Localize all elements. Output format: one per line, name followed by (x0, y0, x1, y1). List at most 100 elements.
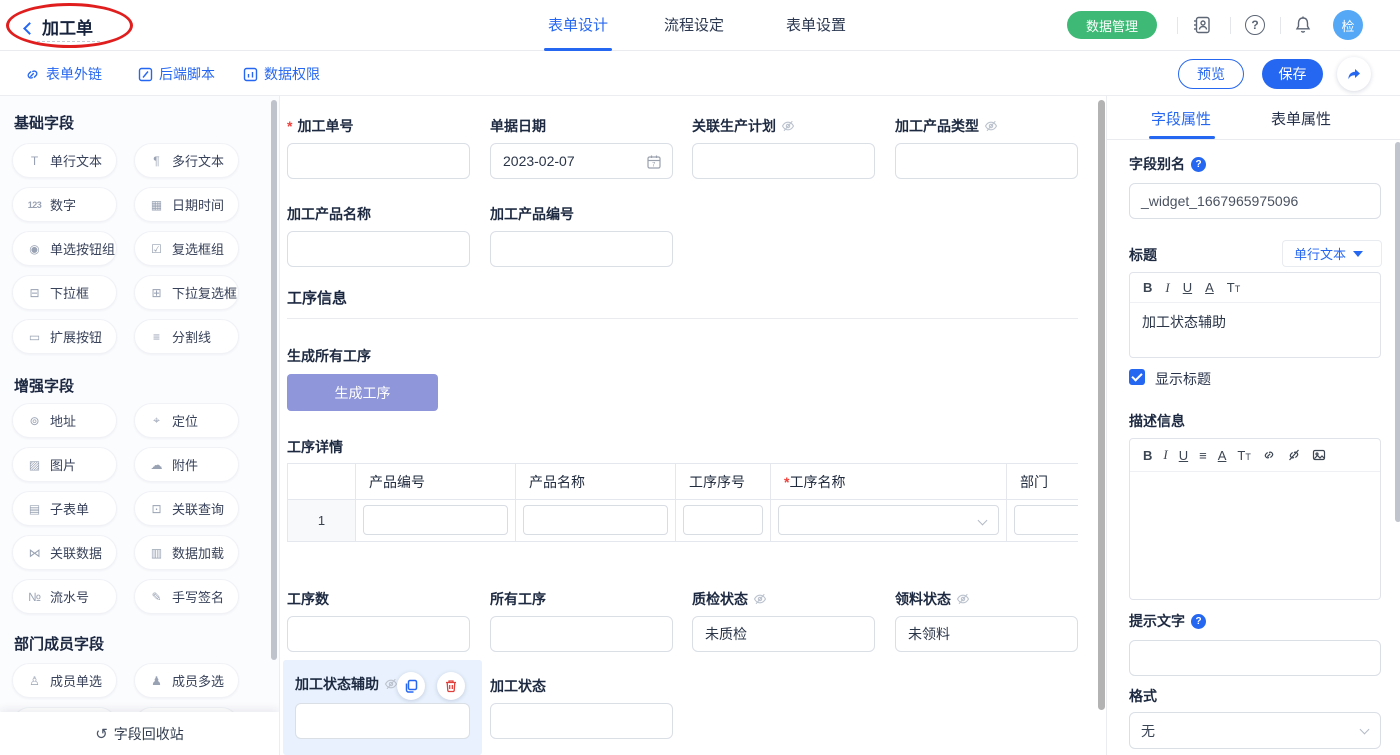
save-button[interactable]: 保存 (1262, 59, 1323, 89)
share-button[interactable] (1337, 57, 1371, 91)
aux-status-input[interactable] (295, 703, 470, 739)
process-status-input[interactable] (490, 703, 673, 739)
hint-input[interactable] (1129, 640, 1381, 676)
format-select[interactable]: 无 (1129, 712, 1381, 749)
insert-link-icon[interactable] (1262, 448, 1276, 462)
field-process-status[interactable]: 加工状态 (490, 676, 673, 739)
selected-field-aux-status[interactable]: 加工状态辅助 (283, 660, 482, 755)
field-product-type[interactable]: 加工产品类型 (895, 116, 1078, 179)
delete-field-button[interactable] (437, 672, 465, 700)
font-color-button[interactable]: A (1205, 280, 1214, 295)
date-input[interactable]: 2023-02-07 7 (490, 143, 673, 179)
font-size-button[interactable]: TT (1237, 448, 1250, 463)
backend-script-button[interactable]: 后端脚本 (138, 64, 215, 84)
underline-button[interactable]: U (1183, 280, 1192, 295)
italic-button[interactable]: I (1163, 447, 1167, 463)
field-type-extend-button[interactable]: ▭扩展按钮 (12, 319, 117, 354)
preview-button[interactable]: 预览 (1178, 59, 1244, 89)
data-permission-button[interactable]: 数据权限 (243, 64, 320, 84)
field-type-signature[interactable]: ✎手写签名 (134, 579, 239, 614)
help-badge-icon[interactable]: ? (1191, 157, 1206, 172)
field-type-single-line-text[interactable]: T单行文本 (12, 143, 117, 178)
field-type-datetime[interactable]: ▦日期时间 (134, 187, 239, 222)
sidebar-scrollbar[interactable] (271, 100, 277, 660)
field-type-location[interactable]: ⌖定位 (134, 403, 239, 438)
tab-flow-setting[interactable]: 流程设定 (664, 14, 724, 35)
title-editor-content[interactable]: 加工状态辅助 (1130, 303, 1380, 341)
field-type-dropdown[interactable]: ⊟下拉框 (12, 275, 117, 310)
qc-status-input[interactable]: 未质检 (692, 616, 875, 652)
tab-form-settings[interactable]: 表单设置 (786, 14, 846, 35)
underline-button[interactable]: U (1179, 448, 1188, 463)
back-button[interactable] (25, 20, 34, 38)
production-plan-input[interactable] (692, 143, 875, 179)
field-type-member-multi[interactable]: ♟成员多选 (134, 663, 239, 698)
page-title[interactable]: 加工单 (42, 14, 93, 39)
field-order-no[interactable]: *加工单号 (287, 116, 470, 179)
field-type-data-load[interactable]: ▥数据加载 (134, 535, 239, 570)
field-recycle-bin[interactable]: ↺ 字段回收站 (0, 712, 279, 755)
material-status-input[interactable]: 未领料 (895, 616, 1078, 652)
field-type-number[interactable]: 123数字 (12, 187, 117, 222)
bold-button[interactable]: B (1143, 448, 1152, 463)
field-type-serial-number[interactable]: №流水号 (12, 579, 117, 614)
data-manage-button[interactable]: 数据管理 (1067, 11, 1157, 39)
order-no-input[interactable] (287, 143, 470, 179)
font-color-button[interactable]: A (1218, 448, 1227, 463)
cell-product-name-input[interactable] (523, 505, 668, 535)
field-production-plan[interactable]: 关联生产计划 (692, 116, 875, 179)
cell-product-no-input[interactable] (363, 505, 508, 535)
external-link-button[interactable]: 表单外链 (25, 64, 102, 84)
address-book-icon[interactable] (1192, 15, 1212, 35)
all-processes-input[interactable] (490, 616, 673, 652)
help-badge-icon[interactable]: ? (1191, 614, 1206, 629)
product-no-input[interactable] (490, 231, 673, 267)
calendar-icon[interactable]: 7 (646, 154, 662, 170)
insert-image-icon[interactable] (1312, 448, 1326, 462)
field-type-linked-query[interactable]: ⊡关联查询 (134, 491, 239, 526)
tab-form-design[interactable]: 表单设计 (548, 14, 608, 35)
font-size-button[interactable]: TT (1227, 280, 1240, 295)
cell-department-input[interactable] (1014, 505, 1078, 535)
field-type-dropdown[interactable]: 单行文本 (1282, 240, 1382, 267)
user-avatar[interactable]: 检 (1333, 10, 1363, 40)
tab-form-properties[interactable]: 表单属性 (1271, 108, 1331, 129)
bold-button[interactable]: B (1143, 280, 1152, 295)
process-count-input[interactable] (287, 616, 470, 652)
field-type-checkbox-group[interactable]: ☑复选框组 (134, 231, 239, 266)
product-name-input[interactable] (287, 231, 470, 267)
field-material-status[interactable]: 领料状态 未领料 (895, 589, 1078, 652)
field-qc-status[interactable]: 质检状态 未质检 (692, 589, 875, 652)
field-type-radio-group[interactable]: ◉单选按钮组 (12, 231, 117, 266)
description-editor-content[interactable] (1130, 472, 1380, 492)
italic-button[interactable]: I (1165, 280, 1169, 296)
show-title-checkbox[interactable] (1129, 369, 1145, 385)
field-type-attachment[interactable]: ☁附件 (134, 447, 239, 482)
notification-bell-icon[interactable] (1293, 15, 1313, 35)
tab-field-properties[interactable]: 字段属性 (1151, 108, 1211, 129)
field-product-name[interactable]: 加工产品名称 (287, 204, 470, 267)
field-type-subform[interactable]: ▤子表单 (12, 491, 117, 526)
remove-link-icon[interactable] (1287, 448, 1301, 462)
field-doc-date[interactable]: 单据日期 2023-02-07 7 (490, 116, 673, 179)
product-type-input[interactable] (895, 143, 1078, 179)
field-type-linked-data[interactable]: ⋈关联数据 (12, 535, 117, 570)
copy-field-button[interactable] (397, 672, 425, 700)
field-type-image[interactable]: ▨图片 (12, 447, 117, 482)
help-icon[interactable]: ? (1245, 15, 1265, 35)
field-type-multi-dropdown[interactable]: ⊞下拉复选框 (134, 275, 239, 310)
field-all-processes[interactable]: 所有工序 (490, 589, 673, 652)
field-process-count[interactable]: 工序数 (287, 589, 470, 652)
field-product-no[interactable]: 加工产品编号 (490, 204, 673, 267)
field-type-divider[interactable]: ≡分割线 (134, 319, 239, 354)
alias-input[interactable]: _widget_1667965975096 (1129, 183, 1381, 219)
cell-process-seq-input[interactable] (683, 505, 763, 535)
field-type-address[interactable]: ⊚地址 (12, 403, 117, 438)
canvas-scrollbar[interactable] (1098, 100, 1105, 710)
field-type-member-single[interactable]: ♙成员单选 (12, 663, 117, 698)
panel-scrollbar[interactable] (1395, 142, 1400, 522)
generate-process-button[interactable]: 生成工序 (287, 374, 438, 411)
align-button[interactable]: ≡ (1199, 448, 1207, 463)
field-type-multi-line-text[interactable]: ¶多行文本 (134, 143, 239, 178)
cell-process-name-select[interactable] (778, 505, 999, 535)
